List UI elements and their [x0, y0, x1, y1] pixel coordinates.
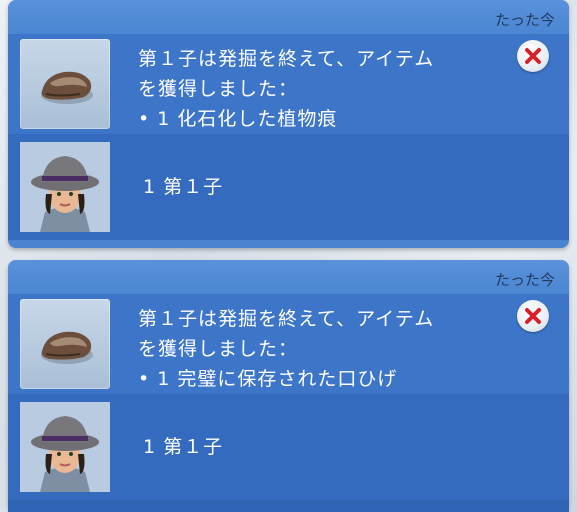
sim-row: 1 第１子: [8, 394, 569, 500]
sim-thumbnail[interactable]: [20, 402, 110, 492]
notification-card: たった今 第１子は発掘を終えて、アイテム を獲得しました： • 1 完璧に保存さ…: [8, 260, 569, 512]
message-line-2: を獲得しました：: [138, 338, 299, 360]
sim-thumbnail[interactable]: [20, 142, 110, 232]
notification-card: たった今 第１子は発掘を終えて、アイテム を獲得しました： • 1 化石化した植…: [8, 0, 569, 248]
item-line: • 1 完璧に保存された口ひげ: [138, 368, 398, 390]
message-row: 第１子は発掘を終えて、アイテム を獲得しました： • 1 化石化した植物痕: [8, 34, 569, 134]
message-line-2: を獲得しました：: [138, 78, 299, 100]
close-icon: [525, 48, 541, 64]
message-line-1: 第１子は発掘を終えて、アイテム: [138, 308, 435, 330]
rock-fossil-icon: [41, 331, 93, 364]
close-icon: [525, 308, 541, 324]
rock-fossil-icon: [41, 71, 93, 104]
item-thumbnail: [20, 39, 110, 129]
notification-message: 第１子は発掘を終えて、アイテム を獲得しました： • 1 完璧に保存された口ひげ: [138, 304, 508, 394]
message-row: 第１子は発掘を終えて、アイテム を獲得しました： • 1 完璧に保存された口ひげ: [8, 294, 569, 394]
close-button[interactable]: [517, 300, 549, 332]
sim-row: 1 第１子: [8, 134, 569, 240]
item-line: • 1 化石化した植物痕: [138, 108, 338, 130]
notification-header: たった今: [8, 0, 569, 34]
notification-body: 第１子は発掘を終えて、アイテム を獲得しました： • 1 完璧に保存された口ひげ: [8, 294, 569, 512]
sim-portrait-icon: [20, 402, 110, 492]
notification-header: たった今: [8, 260, 569, 294]
timestamp: たった今: [494, 11, 555, 29]
sim-name-label: 1 第１子: [143, 176, 224, 198]
message-line-1: 第１子は発掘を終えて、アイテム: [138, 48, 435, 70]
sim-name-label: 1 第１子: [143, 436, 224, 458]
close-button[interactable]: [517, 40, 549, 72]
notification-body: 第１子は発掘を終えて、アイテム を獲得しました： • 1 化石化した植物痕 1 …: [8, 34, 569, 240]
timestamp: たった今: [494, 271, 555, 289]
item-thumbnail: [20, 299, 110, 389]
sim-portrait-icon: [20, 142, 110, 232]
notification-message: 第１子は発掘を終えて、アイテム を獲得しました： • 1 化石化した植物痕: [138, 44, 508, 134]
